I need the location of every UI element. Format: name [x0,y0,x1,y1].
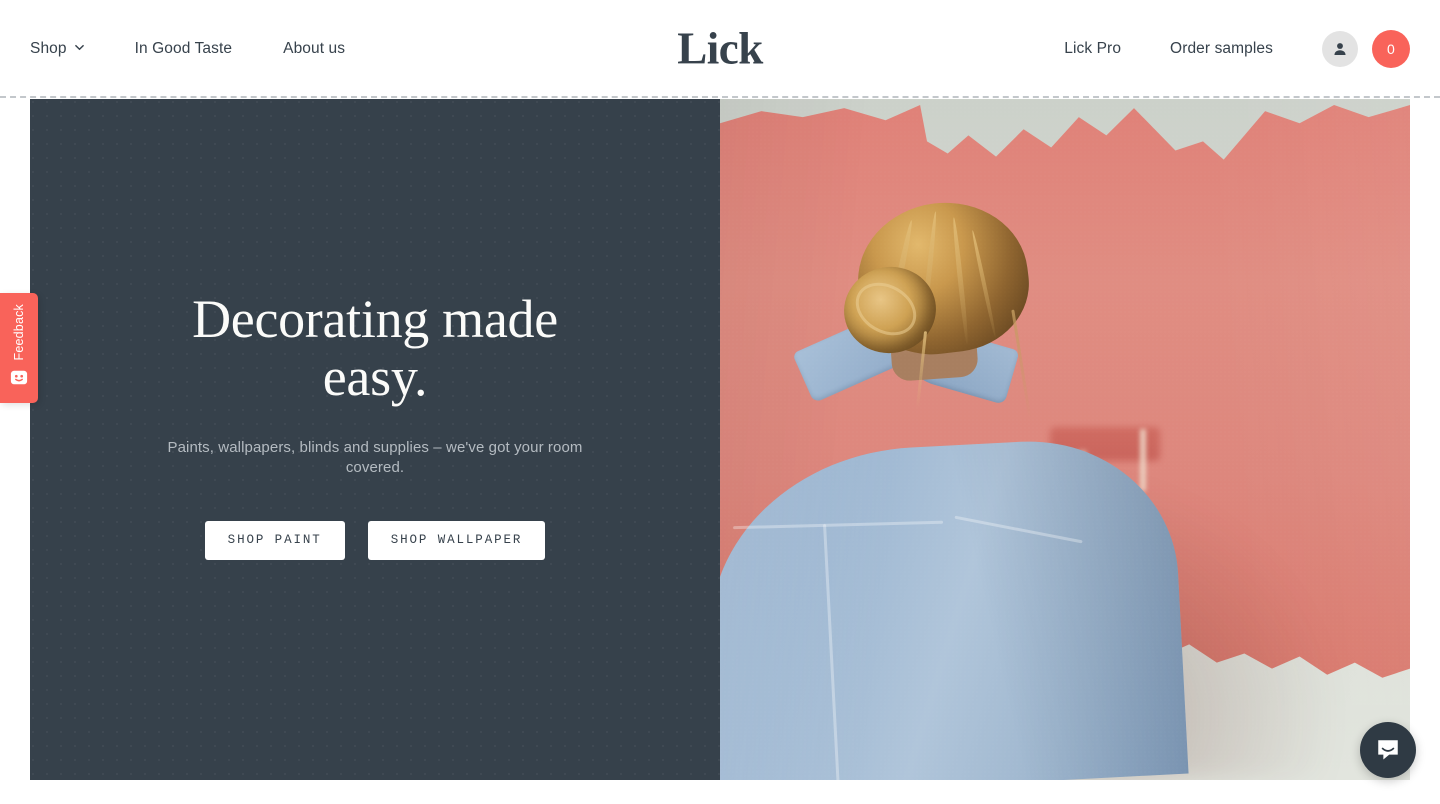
nav-link-about-us[interactable]: About us [283,40,345,58]
chevron-down-icon [74,43,84,52]
site-header: Shop In Good Taste About us Lick Lick Pr… [0,0,1440,97]
account-button[interactable] [1322,30,1358,67]
nav-item-about-us[interactable]: About us [283,40,345,58]
hero-section: Decorating made easy. Paints, wallpapers… [30,99,1410,780]
hero-content-panel: Decorating made easy. Paints, wallpapers… [30,99,720,780]
nav-link-shop[interactable]: Shop [30,40,84,58]
hero-image [720,99,1410,780]
cart-button[interactable]: 0 [1372,29,1410,68]
nav-item-lick-pro[interactable]: Lick Pro [1064,40,1121,58]
nav-link-lick-pro[interactable]: Lick Pro [1064,40,1121,58]
primary-navigation: Shop In Good Taste About us [30,40,345,58]
shop-paint-button[interactable]: SHOP PAINT [204,520,345,560]
feedback-label: Feedback [11,304,26,361]
nav-item-order-samples[interactable]: Order samples [1170,40,1273,58]
smiley-face-icon [10,369,28,387]
page-root: Shop In Good Taste About us Lick Lick Pr… [0,0,1440,804]
nav-item-in-good-taste[interactable]: In Good Taste [135,40,233,58]
hero-cta-group: SHOP PAINT SHOP WALLPAPER [160,520,590,560]
nav-label-shop: Shop [30,39,67,57]
nav-link-in-good-taste[interactable]: In Good Taste [135,40,233,58]
person-icon [1331,40,1349,58]
chat-bubble-icon [1375,737,1401,763]
cart-count-badge: 0 [1387,40,1395,57]
hero-copy: Decorating made easy. Paints, wallpapers… [160,289,590,560]
hero-title: Decorating made easy. [192,289,558,407]
nav-link-order-samples[interactable]: Order samples [1170,40,1273,58]
chat-launcher-button[interactable] [1360,722,1416,778]
feedback-tab[interactable]: Feedback [0,293,38,403]
viewport-boundary-rule [0,96,1440,98]
site-logo[interactable]: Lick [677,26,763,71]
shop-wallpaper-button[interactable]: SHOP WALLPAPER [367,520,546,560]
nav-item-shop[interactable]: Shop [30,40,84,58]
secondary-navigation: Lick Pro Order samples 0 [1064,29,1410,68]
hero-subtitle: Paints, wallpapers, blinds and supplies … [167,438,583,477]
